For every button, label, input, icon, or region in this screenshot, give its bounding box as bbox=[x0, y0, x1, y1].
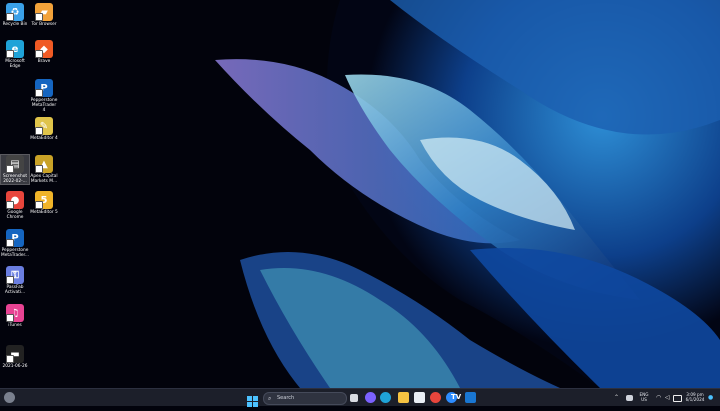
search-placeholder: Search bbox=[277, 395, 295, 401]
taskbar-search-box[interactable]: ⌕ Search bbox=[263, 392, 347, 405]
start-button[interactable] bbox=[247, 392, 258, 407]
desktop-icon-pepperstone-mt5[interactable]: P Pepperstone MetaTrader... bbox=[1, 229, 29, 258]
desktop-icon-label: Recycle Bin bbox=[2, 22, 28, 27]
desktop-icon-folder-2021[interactable]: ▬ 2021-06-26 bbox=[1, 345, 29, 369]
folder-2021-icon: ▬ bbox=[6, 345, 24, 363]
desktop-icon-google-chrome[interactable]: ● Google Chrome bbox=[1, 191, 29, 220]
tray-app-icon[interactable] bbox=[626, 395, 633, 401]
desktop-icon-label: Google Chrome bbox=[6, 210, 24, 220]
mail-taskbar-icon[interactable] bbox=[465, 392, 476, 403]
task-view-icon[interactable] bbox=[350, 394, 358, 402]
shortcut-arrow-icon bbox=[35, 13, 43, 21]
clock[interactable]: 3:09 pm 6/1/2024 bbox=[684, 392, 706, 402]
shortcut-arrow-icon bbox=[35, 165, 43, 173]
shortcut-arrow-icon bbox=[35, 50, 43, 58]
recycle-bin-icon: ♻ bbox=[6, 3, 24, 21]
tradingview-taskbar-icon[interactable]: TV bbox=[451, 392, 463, 403]
language-indicator[interactable]: ENG US bbox=[637, 392, 651, 402]
desktop-wallpaper bbox=[0, 0, 720, 388]
desktop-icon-metaeditor-5[interactable]: 5 MetaEditor 5 bbox=[30, 191, 58, 215]
pepperstone-mt4-icon: P bbox=[35, 79, 53, 97]
desktop-icon-label: Pepperstone MetaTrader... bbox=[1, 248, 29, 258]
desktop-icon-label: 2021-06-26 bbox=[2, 364, 28, 369]
shortcut-arrow-icon bbox=[6, 355, 14, 363]
taskbar: ⌕ Search TV ⌃ ENG US ◠ ◁ 3:09 pm 6/1/202… bbox=[0, 388, 720, 407]
microsoft-edge-icon: e bbox=[6, 40, 24, 58]
shortcut-arrow-icon bbox=[35, 89, 43, 97]
brave-icon: ◆ bbox=[35, 40, 53, 58]
desktop-icon-metaeditor-4[interactable]: ✎ MetaEditor 4 bbox=[30, 117, 58, 141]
desktop-icon-microsoft-edge[interactable]: e Microsoft Edge bbox=[1, 40, 29, 69]
shortcut-arrow-icon bbox=[6, 165, 14, 173]
desktop-icon-recycle-bin[interactable]: ♻ Recycle Bin bbox=[1, 3, 29, 27]
passfab-icon: ⚿ bbox=[6, 266, 24, 284]
desktop-icon-pepperstone-mt4[interactable]: P Pepperstone MetaTrader 4 bbox=[30, 79, 58, 113]
metaeditor-4-icon: ✎ bbox=[35, 117, 53, 135]
shortcut-arrow-icon bbox=[6, 314, 14, 322]
tor-browser-icon: ▰ bbox=[35, 3, 53, 21]
shortcut-arrow-icon bbox=[35, 127, 43, 135]
chat-icon[interactable] bbox=[365, 392, 376, 403]
desktop-icon-itunes[interactable]: ♫ iTunes bbox=[1, 304, 29, 328]
desktop-icon-passfab[interactable]: ⚿ PassFab Activati... bbox=[1, 266, 29, 295]
microsoft-store-icon[interactable] bbox=[414, 392, 425, 403]
weather-widget-icon[interactable] bbox=[4, 392, 15, 403]
shortcut-arrow-icon bbox=[6, 13, 14, 21]
itunes-icon: ♫ bbox=[6, 304, 24, 322]
windows-logo-icon bbox=[247, 396, 258, 407]
desktop-icon-label: MetaEditor 5 bbox=[30, 210, 58, 215]
metaeditor-5-icon: 5 bbox=[35, 191, 53, 209]
desktop-icon-tor-browser[interactable]: ▰ Tor Browser bbox=[30, 3, 58, 27]
shortcut-arrow-icon bbox=[6, 50, 14, 58]
desktop-icon-label: Pepperstone MetaTrader 4 bbox=[30, 98, 58, 113]
desktop-icon-label: iTunes bbox=[8, 323, 22, 328]
google-chrome-icon: ● bbox=[6, 191, 24, 209]
desktop-icon-label: Apex Capital Markets M... bbox=[30, 174, 58, 184]
shortcut-arrow-icon bbox=[6, 239, 14, 247]
desktop-icon-label: MetaEditor 4 bbox=[30, 136, 58, 141]
shortcut-arrow-icon bbox=[35, 201, 43, 209]
desktop-icon-brave[interactable]: ◆ Brave bbox=[30, 40, 58, 64]
desktop-icon-label: Screenshot 2022-02-... bbox=[2, 174, 28, 184]
file-explorer-icon[interactable] bbox=[398, 392, 409, 403]
chrome-taskbar-icon[interactable] bbox=[430, 392, 441, 403]
desktop-icon-label: PassFab Activati... bbox=[4, 285, 26, 295]
desktop-icon-label: Brave bbox=[37, 59, 51, 64]
pepperstone-mt5-icon: P bbox=[6, 229, 24, 247]
clock-date: 6/1/2024 bbox=[685, 397, 705, 402]
apex-capital-icon: ▲ bbox=[35, 155, 53, 173]
desktop-icon-screenshot[interactable]: ▤ Screenshot 2022-02-... bbox=[0, 154, 30, 185]
desktop-icon-apex-capital[interactable]: ▲ Apex Capital Markets M... bbox=[30, 155, 58, 184]
search-icon: ⌕ bbox=[268, 395, 272, 402]
tray-overflow-icon[interactable]: ⌃ bbox=[614, 392, 625, 403]
edge-taskbar-icon[interactable] bbox=[380, 392, 391, 403]
shortcut-arrow-icon bbox=[6, 201, 14, 209]
notification-bell-icon[interactable]: ● bbox=[708, 392, 716, 403]
desktop-icon-label: Tor Browser bbox=[31, 22, 57, 27]
battery-icon[interactable] bbox=[673, 395, 682, 402]
screenshot-icon: ▤ bbox=[6, 155, 24, 173]
region-text: US bbox=[641, 397, 647, 402]
shortcut-arrow-icon bbox=[6, 276, 14, 284]
desktop-icon-label: Microsoft Edge bbox=[5, 59, 25, 69]
